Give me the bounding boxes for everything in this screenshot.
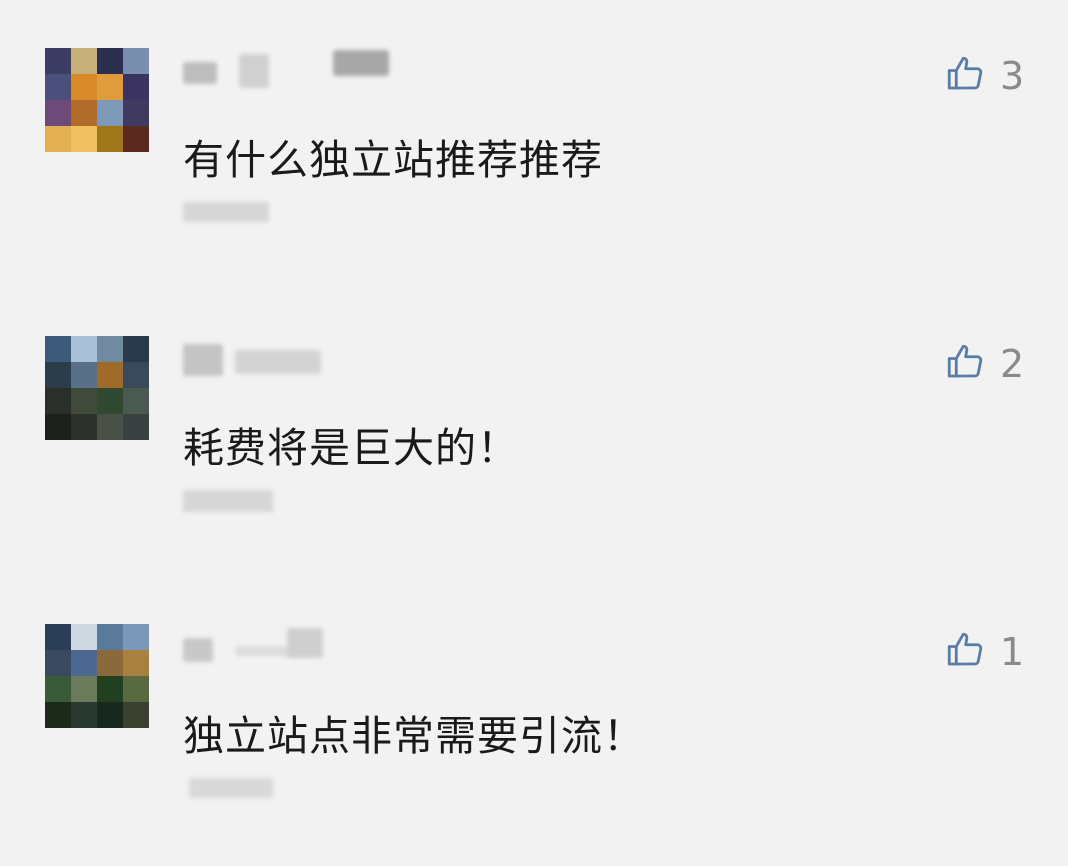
comment-time-pixelated [183,484,293,518]
avatar-pixel [45,414,71,440]
avatar-pixel [97,650,123,676]
avatar[interactable] [45,336,149,440]
avatar-pixel [97,702,123,728]
avatar-pixel [123,48,149,74]
avatar-pixel [71,388,97,414]
avatar-pixel [97,624,123,650]
avatar[interactable] [45,624,149,728]
like-count: 1 [1000,630,1025,674]
avatar-pixel [97,676,123,702]
avatar-pixel [71,624,97,650]
avatar-pixel [45,100,71,126]
avatar-pixel [71,48,97,74]
avatar-pixel [123,414,149,440]
avatar-pixel [45,650,71,676]
like-button[interactable]: 1 [944,622,1044,682]
avatar-pixel [71,702,97,728]
avatar-pixel [97,414,123,440]
comment-item: 耗费将是巨大的！ 2 [0,288,1068,578]
avatar-pixel [123,650,149,676]
avatar-pixel [123,624,149,650]
avatar-pixel [45,74,71,100]
username-pixelated[interactable] [183,48,423,88]
comment-time-pixelated [183,772,293,806]
avatar-pixel [97,336,123,362]
like-button[interactable]: 2 [944,334,1044,394]
avatar-pixel [71,362,97,388]
avatar-pixel [97,388,123,414]
avatar-pixel [45,624,71,650]
avatar-pixel [45,362,71,388]
username-pixelated[interactable] [183,336,423,376]
username-pixelated[interactable] [183,624,423,664]
like-count: 3 [1000,54,1025,98]
avatar-pixel [71,650,97,676]
avatar-pixel [97,74,123,100]
avatar-pixel [71,336,97,362]
avatar-pixel [123,702,149,728]
thumbs-up-icon [944,53,986,99]
avatar-pixel [97,362,123,388]
avatar[interactable] [45,48,149,152]
avatar-pixel [123,74,149,100]
avatar-pixel [123,336,149,362]
avatar-pixel [45,388,71,414]
avatar-pixel [123,676,149,702]
thumbs-up-icon [944,629,986,675]
comment-item: 有什么独立站推荐推荐 3 [0,0,1068,290]
thumbs-up-icon [944,341,986,387]
avatar-pixel [97,100,123,126]
avatar-pixel [71,100,97,126]
comment-text: 独立站点非常需要引流！ [183,712,645,760]
avatar-pixel [71,126,97,152]
avatar-pixel [71,414,97,440]
comment-item: 独立站点非常需要引流！ 1 [0,576,1068,866]
avatar-pixel [123,362,149,388]
avatar-pixel [45,702,71,728]
avatar-pixel [123,388,149,414]
avatar-pixel [45,336,71,362]
avatar-pixel [123,126,149,152]
avatar-pixel [97,48,123,74]
avatar-pixel [123,100,149,126]
avatar-pixel [71,676,97,702]
avatar-pixel [45,48,71,74]
comment-time-pixelated [183,196,293,230]
comment-text: 耗费将是巨大的！ [183,424,519,472]
avatar-pixel [97,126,123,152]
avatar-pixel [71,74,97,100]
like-button[interactable]: 3 [944,46,1044,106]
avatar-pixel [45,126,71,152]
like-count: 2 [1000,342,1025,386]
comment-text: 有什么独立站推荐推荐 [183,136,603,184]
avatar-pixel [45,676,71,702]
